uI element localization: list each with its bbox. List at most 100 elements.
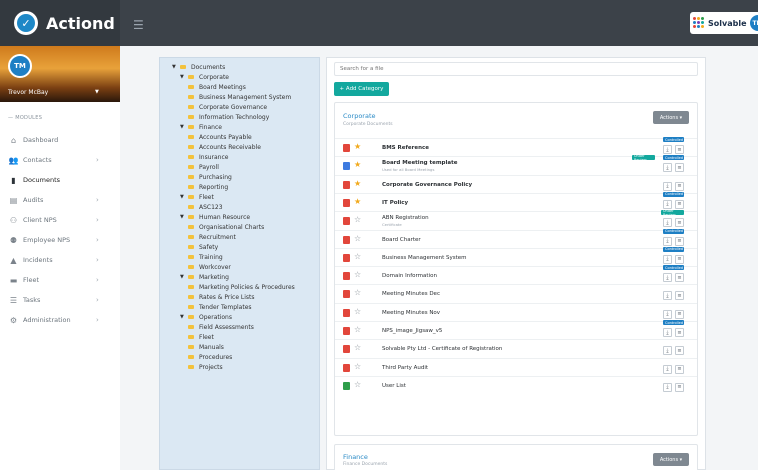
menu-list-icon[interactable]: ≡ <box>675 273 684 283</box>
document-row[interactable]: ☆ Domain Information Controlled ⤓ ≡ <box>335 265 697 284</box>
tree-item-reporting[interactable]: Reporting <box>188 183 228 191</box>
menu-list-icon[interactable]: ≡ <box>675 218 684 228</box>
star-icon[interactable]: ☆ <box>354 343 361 352</box>
star-icon[interactable]: ★ <box>354 197 361 206</box>
tree-item-documents[interactable]: ▼ Documents <box>172 63 225 71</box>
sidebar-item-administration[interactable]: ⚙ Administration › <box>0 310 120 330</box>
search-input[interactable] <box>334 62 698 76</box>
chevron-down-icon[interactable]: ▼ <box>180 214 188 220</box>
profile-name[interactable]: Trevor McBay <box>8 89 48 96</box>
menu-list-icon[interactable]: ≡ <box>675 328 684 337</box>
tree-item-tender-templates[interactable]: Tender Templates <box>188 303 252 311</box>
document-row[interactable]: ★ Corporate Governance Policy ⤓ ≡ <box>335 174 697 193</box>
chevron-down-icon[interactable]: ▼ <box>180 124 188 130</box>
chevron-down-icon[interactable]: ▼ <box>172 64 180 70</box>
document-name[interactable]: BMS Reference <box>382 145 429 151</box>
chevron-down-icon[interactable]: ▼ <box>180 274 188 280</box>
chevron-down-icon[interactable]: ▼ <box>180 74 188 80</box>
menu-list-icon[interactable]: ≡ <box>675 181 684 191</box>
menu-list-icon[interactable]: ≡ <box>675 254 684 264</box>
section-title[interactable]: Finance <box>343 453 368 461</box>
tree-item-procedures[interactable]: Procedures <box>188 353 232 361</box>
document-row[interactable]: ★ IT Policy Controlled ⤓ ≡ <box>335 191 697 211</box>
star-icon[interactable]: ★ <box>354 179 361 188</box>
tree-item-workcover[interactable]: Workcover <box>188 263 231 271</box>
menu-list-icon[interactable]: ≡ <box>675 382 684 392</box>
tree-item-rates-price-lists[interactable]: Rates & Price Lists <box>188 293 255 301</box>
add-category-button[interactable]: + Add Category <box>334 82 389 96</box>
document-row[interactable]: ☆ User List ⤓ ≡ <box>335 375 697 394</box>
brand[interactable]: ✓ Actiond <box>0 0 120 46</box>
sidebar-item-employee-nps[interactable]: ⚉ Employee NPS › <box>0 230 120 250</box>
menu-list-icon[interactable]: ≡ <box>675 309 684 319</box>
document-name[interactable]: IT Policy <box>382 200 408 206</box>
tree-item-information-technology[interactable]: Information Technology <box>188 113 269 121</box>
document-name[interactable]: Corporate Governance Policy <box>382 182 472 188</box>
sidebar-item-tasks[interactable]: ☰ Tasks › <box>0 290 120 310</box>
tree-item-business-management-system[interactable]: Business Management System <box>188 93 291 101</box>
user-avatar[interactable]: TM <box>749 15 758 31</box>
menu-list-icon[interactable]: ≡ <box>675 199 684 209</box>
document-name[interactable]: User List <box>382 383 406 389</box>
sidebar-item-audits[interactable]: ▤ Audits › <box>0 190 120 210</box>
star-icon[interactable]: ☆ <box>354 215 361 224</box>
download-icon[interactable]: ⤓ <box>663 199 672 209</box>
tree-item-operations[interactable]: ▼ Operations <box>180 313 232 321</box>
tree-item-training[interactable]: Training <box>188 253 223 261</box>
document-row[interactable]: ☆ Solvable Pty Ltd - Certificate of Regis… <box>335 339 697 357</box>
star-icon[interactable]: ★ <box>354 142 361 151</box>
actions-button[interactable]: Actions ▾ <box>653 453 689 466</box>
tree-item-projects[interactable]: Projects <box>188 363 223 371</box>
tree-item-asc123[interactable]: ASC123 <box>188 203 223 211</box>
document-row[interactable]: ☆ NPS_image_Jigsaw_v5 Controlled ⤓ ≡ <box>335 320 697 339</box>
document-name[interactable]: NPS_image_Jigsaw_v5 <box>382 328 442 334</box>
tree-item-accounts-receivable[interactable]: Accounts Receivable <box>188 143 261 151</box>
menu-list-icon[interactable]: ≡ <box>675 364 684 374</box>
document-name[interactable]: Board Charter <box>382 237 421 243</box>
menu-list-icon[interactable]: ≡ <box>675 291 684 301</box>
star-icon[interactable]: ☆ <box>354 380 361 389</box>
document-row[interactable]: ☆ Third Party Audit ⤓ ≡ <box>335 357 697 376</box>
sidebar-item-contacts[interactable]: 👥 Contacts › <box>0 150 120 170</box>
download-icon[interactable]: ⤓ <box>663 346 672 356</box>
download-icon[interactable]: ⤓ <box>663 309 672 319</box>
tree-item-marketing-policies-procedures[interactable]: Marketing Policies & Procedures <box>188 283 295 291</box>
tree-item-corporate-governance[interactable]: Corporate Governance <box>188 103 267 111</box>
download-icon[interactable]: ⤓ <box>663 273 672 283</box>
chevron-down-icon[interactable]: ▼ <box>180 314 188 320</box>
solvable-badge[interactable]: Solvable TM <box>690 12 758 34</box>
tree-item-fleet[interactable]: Fleet <box>188 333 214 341</box>
sidebar-item-fleet[interactable]: ▬ Fleet › <box>0 270 120 290</box>
star-icon[interactable]: ☆ <box>354 252 361 261</box>
star-icon[interactable]: ☆ <box>354 307 361 316</box>
document-name[interactable]: Solvable Pty Ltd - Certificate of Regist… <box>382 346 502 352</box>
document-name[interactable]: Meeting Minutes Nov <box>382 310 440 316</box>
sidebar-item-documents[interactable]: ▮ Documents <box>0 170 120 190</box>
tree-item-organisational-charts[interactable]: Organisational Charts <box>188 223 264 231</box>
download-icon[interactable]: ⤓ <box>663 218 672 228</box>
download-icon[interactable]: ⤓ <box>663 163 672 173</box>
document-row[interactable]: ☆ Business Management System Controlled ⤓ ≡ <box>335 246 697 266</box>
star-icon[interactable]: ☆ <box>354 325 361 334</box>
download-icon[interactable]: ⤓ <box>663 181 672 191</box>
profile-caret-icon[interactable]: ▼ <box>95 89 99 95</box>
download-icon[interactable]: ⤓ <box>663 145 672 154</box>
tree-item-manuals[interactable]: Manuals <box>188 343 224 351</box>
profile-avatar[interactable]: TM <box>8 54 32 78</box>
chevron-down-icon[interactable]: ▼ <box>180 194 188 200</box>
tree-item-corporate[interactable]: ▼ Corporate <box>180 73 229 81</box>
document-row[interactable]: ★ Board Meeting template Used for all Boar… <box>335 154 697 174</box>
document-name[interactable]: ABN Registration <box>382 215 429 221</box>
actions-button[interactable]: Actions ▾ <box>653 111 689 124</box>
document-name[interactable]: Third Party Audit <box>382 365 428 371</box>
tree-item-safety[interactable]: Safety <box>188 243 218 251</box>
tree-item-purchasing[interactable]: Purchasing <box>188 173 232 181</box>
tree-item-recruitment[interactable]: Recruitment <box>188 233 236 241</box>
tree-item-insurance[interactable]: Insurance <box>188 153 228 161</box>
document-name[interactable]: Board Meeting template <box>382 160 457 166</box>
sidebar-item-client-nps[interactable]: ⚇ Client NPS › <box>0 210 120 230</box>
download-icon[interactable]: ⤓ <box>663 254 672 264</box>
section-title[interactable]: Corporate <box>343 112 376 120</box>
sidebar-item-dashboard[interactable]: ⌂ Dashboard <box>0 130 120 150</box>
document-row[interactable]: ☆ ABN Registration Certificate Under Review… <box>335 209 697 229</box>
